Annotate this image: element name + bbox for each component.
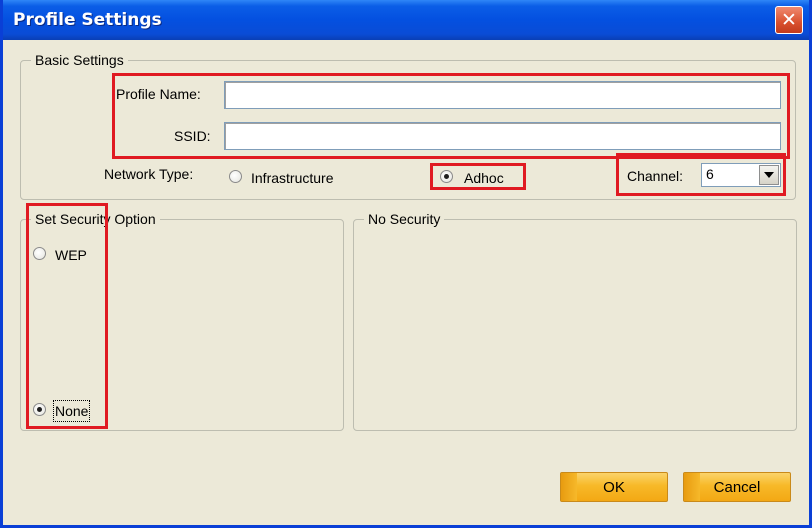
network-type-label: Network Type:	[104, 166, 194, 182]
ssid-input[interactable]	[224, 122, 781, 150]
security-details-legend: No Security	[364, 210, 445, 228]
network-type-adhoc-radio[interactable]: Adhoc	[440, 169, 530, 189]
wep-label: WEP	[55, 247, 87, 263]
network-type-infrastructure-radio[interactable]: Infrastructure	[229, 169, 359, 189]
radio-checked-icon	[33, 403, 46, 416]
security-option-group: Set Security Option WEP None	[20, 210, 344, 431]
ssid-label: SSID:	[174, 128, 211, 144]
infrastructure-label: Infrastructure	[251, 170, 334, 186]
security-none-radio[interactable]: None	[33, 400, 103, 422]
dialog-title: Profile Settings	[13, 10, 162, 30]
channel-select[interactable]: 6	[701, 163, 781, 187]
radio-icon	[33, 247, 46, 260]
ok-button[interactable]: OK	[560, 472, 668, 502]
basic-settings-legend: Basic Settings	[31, 51, 128, 69]
profile-settings-dialog: Profile Settings ✕ Basic Settings Profil…	[0, 0, 812, 528]
close-icon: ✕	[781, 9, 797, 31]
radio-icon	[229, 170, 242, 183]
security-details-group: No Security	[353, 210, 797, 431]
dialog-body: Basic Settings Profile Name: SSID: Netwo…	[3, 40, 809, 525]
basic-settings-group: Basic Settings Profile Name: SSID: Netwo…	[20, 51, 796, 200]
adhoc-label: Adhoc	[464, 170, 504, 186]
close-button[interactable]: ✕	[775, 6, 803, 34]
channel-value: 6	[706, 166, 714, 182]
security-option-legend: Set Security Option	[31, 210, 160, 228]
profile-name-label: Profile Name:	[116, 86, 201, 102]
title-bar[interactable]: Profile Settings ✕	[3, 0, 809, 40]
chevron-down-icon[interactable]	[759, 165, 779, 185]
cancel-button[interactable]: Cancel	[683, 472, 791, 502]
channel-label: Channel:	[627, 168, 684, 184]
security-wep-radio[interactable]: WEP	[33, 246, 103, 266]
none-label: None	[52, 400, 91, 422]
profile-name-input[interactable]	[224, 81, 781, 109]
radio-checked-icon	[440, 170, 453, 183]
